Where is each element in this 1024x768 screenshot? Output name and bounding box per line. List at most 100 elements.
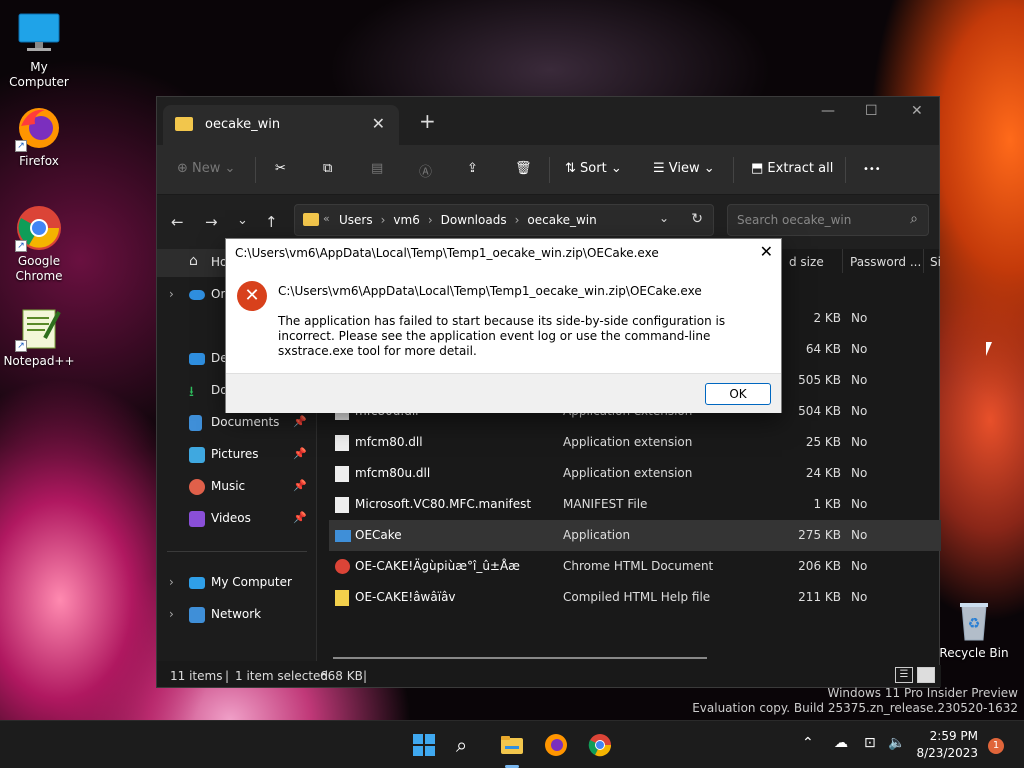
sort-button[interactable]: ⇅ Sort ⌄	[565, 161, 622, 176]
chevron-right-icon: ›	[380, 213, 386, 227]
manifest-file-icon	[335, 497, 349, 513]
pin-icon[interactable]: 📌	[293, 415, 307, 428]
tab-oecake-win[interactable]: oecake_win ✕	[163, 105, 399, 145]
file-type: Compiled HTML Help file	[563, 590, 711, 604]
new-button[interactable]: ⊕ New ⌄	[177, 161, 235, 176]
clock[interactable]: 2:59 PM 8/23/2023	[916, 728, 978, 762]
firefox-icon: ↗	[15, 104, 63, 152]
new-label: New	[192, 161, 221, 176]
dll-file-icon	[335, 435, 349, 451]
paste-icon[interactable]: ▤	[371, 161, 383, 176]
file-password: No	[851, 590, 868, 604]
pin-icon[interactable]: 📌	[293, 511, 307, 524]
desktop-icon-label: Google Chrome	[15, 254, 63, 283]
svg-text:♻: ♻	[968, 616, 981, 632]
desktop-icon-google-chrome[interactable]: ↗ Google Chrome	[1, 204, 77, 284]
status-selected-count: 1 item selected	[235, 669, 329, 683]
home-icon: ⌂	[189, 253, 198, 269]
breadcrumb-downloads[interactable]: Downloads	[441, 213, 507, 227]
ok-button[interactable]: OK	[705, 383, 771, 405]
sidebar-item-label: Documents	[211, 415, 280, 429]
start-windows-icon[interactable]	[412, 733, 436, 757]
up-arrow-icon[interactable]: ↑	[265, 213, 278, 231]
extract-all-label: Extract all	[767, 161, 834, 176]
refresh-icon[interactable]: ↻	[691, 211, 703, 227]
share-icon[interactable]: ⇪	[467, 161, 478, 176]
sidebar-item-my-computer[interactable]: › My Computer	[157, 569, 317, 597]
search-icon[interactable]: ⌕	[456, 733, 480, 757]
chevron-up-icon[interactable]: ⌃	[802, 735, 814, 751]
dialog-path: C:\Users\vm6\AppData\Local\Temp\Temp1_oe…	[278, 284, 702, 298]
desktop-icon-recycle-bin[interactable]: ♻ Recycle Bin	[936, 596, 1012, 661]
forward-arrow-icon[interactable]: →	[205, 213, 218, 231]
close-window-icon[interactable]: ✕	[911, 103, 923, 119]
back-arrow-icon[interactable]: ←	[171, 213, 184, 231]
pictures-icon	[189, 447, 205, 463]
address-bar[interactable]: « Users › vm6 › Downloads › oecake_win ⌄ ↻	[294, 204, 714, 236]
sidebar-item-label: My Computer	[211, 575, 292, 589]
horizontal-scrollbar[interactable]	[333, 657, 707, 659]
breadcrumb-users[interactable]: Users	[339, 213, 373, 227]
file-name: OECake	[355, 528, 402, 542]
taskbar: ⌕ ⌃ ☁ ⊡ 🔈 2:59 PM 8/23/2023 1	[0, 720, 1024, 768]
status-item-count: 11 items	[170, 669, 223, 683]
firefox-icon[interactable]	[544, 733, 568, 757]
breadcrumb-vm6[interactable]: vm6	[393, 213, 419, 227]
file-type: MANIFEST File	[563, 497, 648, 511]
table-row[interactable]: OE-CAKE!âwâïâv Compiled HTML Help file 2…	[329, 582, 941, 613]
desktop-icon-notepad-plus-plus[interactable]: ↗ Notepad++	[1, 304, 77, 369]
file-explorer-icon[interactable]	[500, 733, 524, 757]
display-icon[interactable]: ⊡	[864, 735, 876, 751]
dialog-title: C:\Users\vm6\AppData\Local\Temp\Temp1_oe…	[235, 246, 659, 260]
search-box[interactable]: Search oecake_win ⌕	[727, 204, 929, 236]
sidebar-item-pictures[interactable]: Pictures 📌	[157, 441, 317, 469]
chrome-icon: ↗	[15, 204, 63, 252]
column-header-password[interactable]: Password ...	[850, 255, 921, 269]
mouse-cursor-icon	[986, 342, 992, 356]
copy-icon[interactable]: ⧉	[323, 161, 332, 176]
table-row[interactable]: Microsoft.VC80.MFC.manifest MANIFEST Fil…	[329, 489, 941, 520]
sidebar-item-documents[interactable]: Documents 📌	[157, 409, 317, 437]
sidebar-item-network[interactable]: › Network	[157, 601, 317, 629]
file-size: 275 KB	[798, 528, 841, 542]
new-tab-button[interactable]: +	[419, 109, 436, 133]
network-disconnected-icon[interactable]: ☁	[834, 735, 848, 751]
close-icon[interactable]: ✕	[760, 242, 773, 261]
minimize-icon[interactable]: —	[821, 103, 835, 119]
more-options-button[interactable]: •••	[863, 164, 881, 175]
chrome-icon[interactable]	[588, 733, 612, 757]
rename-icon[interactable]: Ⓐ	[419, 161, 432, 180]
close-tab-icon[interactable]: ✕	[372, 114, 385, 133]
windows-watermark: Windows 11 Pro Insider Preview Evaluatio…	[692, 686, 1018, 716]
column-header-extra[interactable]: Si	[930, 255, 941, 269]
pin-icon[interactable]: 📌	[293, 479, 307, 492]
table-row-selected[interactable]: OECake Application 275 KB No	[329, 520, 941, 551]
maximize-icon[interactable]: ☐	[865, 103, 878, 119]
details-view-icon[interactable]: ☰	[895, 667, 913, 683]
desktop-icon-label: Recycle Bin	[939, 646, 1009, 660]
sidebar-item-music[interactable]: Music 📌	[157, 473, 317, 501]
view-button[interactable]: ☰ View ⌄	[653, 161, 715, 176]
chevron-down-icon[interactable]: ⌄	[659, 211, 669, 225]
notification-badge[interactable]: 1	[988, 738, 1004, 754]
table-row[interactable]: OE-CAKE!Ägùpiùæ°î_û±Åæ Chrome HTML Docum…	[329, 551, 941, 582]
cut-icon[interactable]: ✂	[275, 161, 286, 176]
view-label: View	[668, 161, 700, 176]
breadcrumb-oecake-win[interactable]: oecake_win	[527, 213, 596, 227]
sidebar-item-videos[interactable]: Videos 📌	[157, 505, 317, 533]
chevron-down-icon[interactable]: ⌄	[237, 213, 248, 228]
file-size: 1 KB	[813, 497, 841, 511]
desktop-icon-firefox[interactable]: ↗ Firefox	[1, 104, 77, 169]
music-icon	[189, 479, 205, 495]
extract-all-button[interactable]: ⬒ Extract all	[751, 161, 833, 176]
volume-icon[interactable]: 🔈	[888, 735, 905, 751]
pin-icon[interactable]: 📌	[293, 447, 307, 460]
file-name: OE-CAKE!âwâïâv	[355, 590, 456, 604]
column-header-size[interactable]: d size	[789, 255, 824, 269]
desktop-icon-my-computer[interactable]: My Computer	[1, 10, 77, 90]
table-row[interactable]: mfcm80.dll Application extension 25 KB N…	[329, 427, 941, 458]
file-type: Chrome HTML Document	[563, 559, 714, 573]
table-row[interactable]: mfcm80u.dll Application extension 24 KB …	[329, 458, 941, 489]
delete-icon[interactable]: 🗑	[515, 161, 532, 176]
tiles-view-icon[interactable]	[917, 667, 935, 683]
